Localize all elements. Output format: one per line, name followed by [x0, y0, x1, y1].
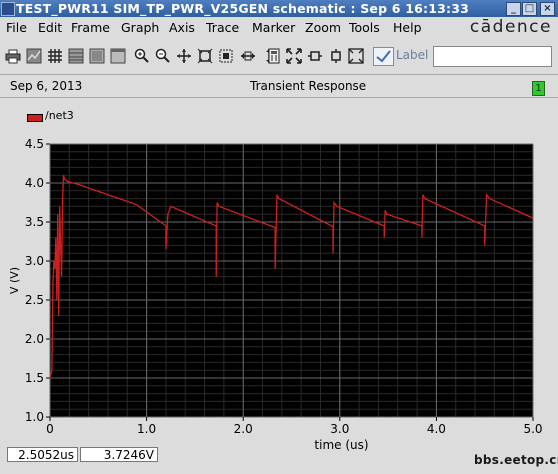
zoom-x-icon[interactable] — [307, 48, 323, 64]
y-tick-label: 2.5 — [25, 293, 44, 307]
calculator-icon[interactable] — [266, 48, 282, 64]
subwindow-badge[interactable]: 1 — [532, 81, 545, 96]
graph-title: Transient Response — [250, 79, 367, 93]
chart-xticks: 0 1.0 2.0 3.0 4.0 5.0 — [46, 417, 543, 436]
clip-icon[interactable] — [218, 48, 234, 64]
menu-trace[interactable]: Trace — [206, 20, 239, 35]
graph-date: Sep 6, 2013 — [10, 79, 83, 93]
zoom-box-icon[interactable] — [348, 48, 364, 64]
y-tick-label: 1.5 — [25, 371, 44, 385]
x-tick-label: 2.0 — [234, 422, 253, 436]
legend-label[interactable]: /net3 — [45, 109, 74, 122]
y-tick-label: 3.0 — [25, 254, 44, 268]
graph-info-bar: Sep 6, 2013 Transient Response 1 — [0, 75, 558, 97]
y-tick-label: 1.0 — [25, 410, 44, 424]
x-tick-label: 0 — [46, 422, 54, 436]
y-axis-label: V (V) — [8, 267, 21, 294]
plot-background — [50, 144, 533, 417]
x-tick-label: 5.0 — [523, 422, 542, 436]
fit-icon[interactable] — [197, 48, 213, 64]
frame-icon[interactable] — [89, 48, 105, 64]
zoom-y-icon[interactable] — [328, 48, 344, 64]
chart-grid — [49, 143, 534, 418]
label-caption: Label — [396, 48, 429, 62]
label-input[interactable] — [433, 46, 552, 67]
y-tick-label: 2.0 — [25, 332, 44, 346]
x-axis-label: time (us) — [314, 438, 368, 452]
minimize-button[interactable]: _ — [506, 2, 521, 16]
menu-edit[interactable]: Edit — [38, 20, 62, 35]
window-title: TEST_PWR11 SIM_TP_PWR_V25GEN schematic :… — [16, 1, 470, 16]
graph-icon[interactable] — [26, 48, 42, 64]
x-tick-label: 3.0 — [330, 422, 349, 436]
x-tick-label: 1.0 — [137, 422, 156, 436]
y-tick-label: 4.0 — [25, 176, 44, 190]
menu-graph[interactable]: Graph — [121, 20, 159, 35]
menu-tools[interactable]: Tools — [349, 20, 380, 35]
window-menu-icon[interactable] — [1, 2, 15, 16]
printer-icon[interactable] — [5, 48, 21, 64]
menu-help[interactable]: Help — [393, 20, 422, 35]
menu-file[interactable]: File — [6, 20, 27, 35]
label-checkbox[interactable] — [373, 47, 394, 66]
strip-icon[interactable] — [68, 48, 84, 64]
close-button[interactable]: × — [540, 2, 555, 16]
waveform-chart[interactable]: 1.01.52.02.53.03.54.04.5 0 1.0 2.0 3.0 4.0 5.… — [0, 130, 558, 460]
menu-bar: File Edit Frame Graph Axis Trace Marker … — [0, 17, 558, 38]
pan-icon[interactable] — [176, 48, 192, 64]
cursor-y-readout[interactable]: 3.7246V — [80, 447, 158, 462]
legend-swatch[interactable] — [27, 114, 43, 122]
cursor-x-readout[interactable]: 2.5052us — [7, 447, 78, 462]
window-titlebar: TEST_PWR11 SIM_TP_PWR_V25GEN schematic :… — [0, 0, 558, 17]
grid-icon[interactable] — [47, 48, 63, 64]
menu-axis[interactable]: Axis — [169, 20, 195, 35]
maximize-button[interactable]: □ — [522, 2, 537, 16]
y-tick-label: 4.5 — [25, 137, 44, 151]
horizontal-zoom-icon[interactable] — [240, 48, 256, 64]
frame2-icon[interactable] — [110, 48, 126, 64]
x-tick-label: 4.0 — [427, 422, 446, 436]
zoom-fit-icon[interactable] — [286, 48, 302, 64]
checkmark-icon — [376, 50, 391, 63]
chart-yticks: 1.0 1.5 2.0 2.5 3.0 3.5 4.0 4.5 — [25, 137, 50, 424]
cadence-logo: cādence — [469, 17, 552, 37]
zoom-out-icon[interactable] — [155, 48, 171, 64]
menu-zoom[interactable]: Zoom — [305, 20, 341, 35]
watermark: bbs.eetop.cn — [474, 453, 558, 467]
menu-frame[interactable]: Frame — [71, 20, 110, 35]
y-tick-label: 3.5 — [25, 215, 44, 229]
menu-marker[interactable]: Marker — [252, 20, 295, 35]
zoom-in-icon[interactable] — [134, 48, 150, 64]
